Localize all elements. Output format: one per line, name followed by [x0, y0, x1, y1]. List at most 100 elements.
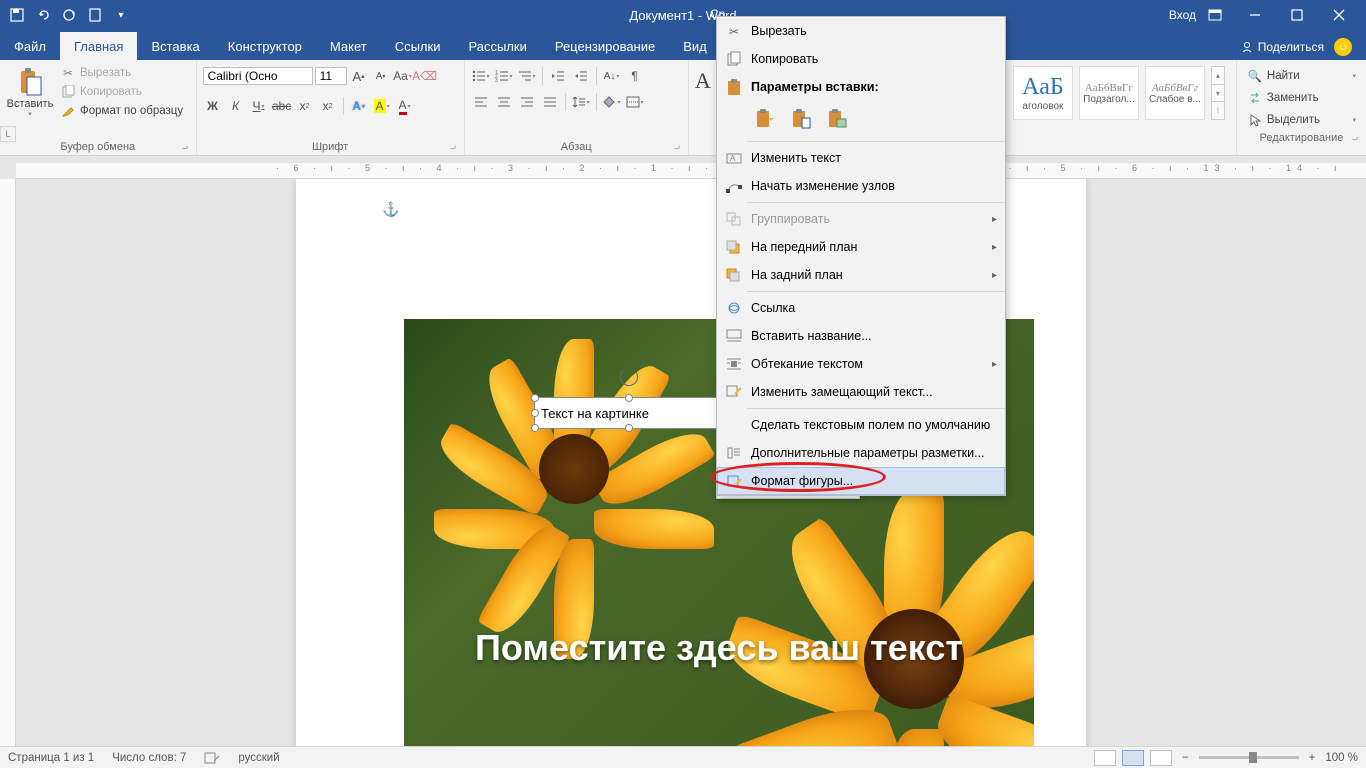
redo-icon[interactable] [60, 6, 78, 24]
decrease-indent-button[interactable] [548, 66, 568, 86]
copy-button[interactable]: Копировать [58, 83, 185, 101]
line-spacing-button[interactable] [571, 92, 591, 112]
ctx-edit-points[interactable]: Начать изменение узлов [717, 172, 1005, 200]
handle-w[interactable] [531, 409, 539, 417]
borders-button[interactable] [625, 92, 645, 112]
ctx-format-shape[interactable]: Формат фигуры... [717, 467, 1005, 495]
textbox-shape[interactable]: Текст на картинке [534, 397, 724, 429]
zoom-in-button[interactable]: + [1305, 752, 1320, 764]
handle-n[interactable] [625, 394, 633, 402]
gallery-down[interactable]: ▾ [1212, 85, 1224, 103]
status-page[interactable]: Страница 1 из 1 [8, 752, 94, 764]
zoom-slider[interactable] [1199, 756, 1299, 759]
select-button[interactable]: Выделить▾ [1243, 110, 1360, 130]
format-painter-button[interactable]: Формат по образцу [58, 102, 185, 120]
highlight-button[interactable]: A [372, 96, 392, 116]
paste-merge[interactable] [787, 105, 815, 133]
ctx-wrap-text[interactable]: Обтекание текстом▸ [717, 350, 1005, 378]
gallery-up[interactable]: ▴ [1212, 67, 1224, 85]
zoom-level[interactable]: 100 % [1325, 752, 1358, 764]
vertical-ruler[interactable] [0, 179, 16, 746]
login-link[interactable]: Вход [1169, 8, 1196, 22]
grow-font-button[interactable]: A▴ [349, 66, 369, 86]
zoom-out-button[interactable]: − [1178, 752, 1193, 764]
tab-review[interactable]: Рецензирование [541, 32, 669, 60]
status-words[interactable]: Число слов: 7 [112, 752, 186, 764]
maximize-button[interactable] [1276, 0, 1318, 30]
font-name-input[interactable] [203, 67, 313, 85]
tab-mailings[interactable]: Рассылки [454, 32, 540, 60]
multilevel-button[interactable] [517, 66, 537, 86]
italic-button[interactable]: К [226, 96, 246, 116]
paste-keep-source[interactable] [751, 105, 779, 133]
tab-view[interactable]: Вид [669, 32, 721, 60]
gallery-more[interactable]: ⁝ [1212, 102, 1224, 119]
cut-button[interactable]: ✂Вырезать [58, 64, 185, 82]
paste-picture[interactable] [823, 105, 851, 133]
align-right-button[interactable] [517, 92, 537, 112]
ribbon-display-icon[interactable] [1208, 9, 1222, 21]
style-item-heading[interactable]: АаБаголовок [1013, 66, 1073, 120]
minimize-button[interactable] [1234, 0, 1276, 30]
handle-s[interactable] [625, 424, 633, 432]
ctx-default-textbox[interactable]: Сделать текстовым полем по умолчанию [717, 411, 1005, 439]
align-left-button[interactable] [471, 92, 491, 112]
horizontal-ruler[interactable]: · 6 · ı · 5 · ı · 4 · ı · 3 · ı · 2 · ı … [16, 163, 1366, 179]
styles-gallery[interactable]: АаБаголовок АаБбВвГгПодзагол... АаБбВвГг… [1013, 62, 1225, 120]
tab-layout[interactable]: Макет [316, 32, 381, 60]
strike-button[interactable]: abc [272, 96, 292, 116]
ctx-edit-alt[interactable]: Изменить замещающий текст... [717, 378, 1005, 406]
status-proofing-icon[interactable] [204, 751, 220, 765]
bullets-button[interactable] [471, 66, 491, 86]
replace-button[interactable]: Заменить [1243, 88, 1360, 108]
view-web-button[interactable] [1150, 750, 1172, 766]
handle-nw[interactable] [531, 394, 539, 402]
numbering-button[interactable]: 123 [494, 66, 514, 86]
text-effects-button[interactable]: A [349, 96, 369, 116]
underline-button[interactable]: Ч [249, 96, 269, 116]
clear-format-button[interactable]: A⌫ [415, 66, 435, 86]
ctx-cut[interactable]: ✂Вырезать [717, 17, 1005, 45]
status-language[interactable]: русский [238, 752, 279, 764]
ctx-bring-front[interactable]: На передний план▸ [717, 233, 1005, 261]
document-area[interactable]: ⚓ [16, 179, 1366, 746]
rotate-handle[interactable] [620, 368, 638, 386]
ctx-link[interactable]: Ссылка [717, 294, 1005, 322]
bold-button[interactable]: Ж [203, 96, 223, 116]
view-print-button[interactable] [1122, 750, 1144, 766]
tab-file[interactable]: Файл [0, 32, 60, 60]
font-size-input[interactable] [315, 67, 347, 85]
tab-references[interactable]: Ссылки [381, 32, 455, 60]
feedback-smiley-icon[interactable]: ☺ [1334, 38, 1352, 56]
align-center-button[interactable] [494, 92, 514, 112]
sort-button[interactable]: A↓ [602, 66, 622, 86]
shrink-font-button[interactable]: A▾ [371, 66, 391, 86]
tab-home[interactable]: Главная [60, 32, 137, 60]
change-case-button[interactable]: Aa [393, 66, 413, 86]
font-color-button[interactable]: A [395, 96, 415, 116]
tab-design[interactable]: Конструктор [214, 32, 316, 60]
share-button[interactable]: Поделиться [1240, 40, 1324, 54]
subscript-button[interactable]: x2 [295, 96, 315, 116]
close-button[interactable] [1318, 0, 1360, 30]
handle-sw[interactable] [531, 424, 539, 432]
ctx-copy[interactable]: Копировать [717, 45, 1005, 73]
shading-button[interactable] [602, 92, 622, 112]
increase-indent-button[interactable] [571, 66, 591, 86]
new-doc-icon[interactable] [86, 6, 104, 24]
style-item-subtitle[interactable]: АаБбВвГгПодзагол... [1079, 66, 1139, 120]
undo-icon[interactable] [34, 6, 52, 24]
show-marks-button[interactable]: ¶ [625, 66, 645, 86]
paste-button[interactable]: Вставить ▾ [6, 62, 54, 118]
ctx-send-back[interactable]: На задний план▸ [717, 261, 1005, 289]
ctx-more-layout[interactable]: Дополнительные параметры разметки... [717, 439, 1005, 467]
justify-button[interactable] [540, 92, 560, 112]
superscript-button[interactable]: x2 [318, 96, 338, 116]
view-read-button[interactable] [1094, 750, 1116, 766]
find-button[interactable]: 🔍Найти▾ [1243, 66, 1360, 86]
qat-customize-icon[interactable]: ▾ [112, 6, 130, 24]
save-icon[interactable] [8, 6, 26, 24]
tab-insert[interactable]: Вставка [137, 32, 213, 60]
style-item-weak[interactable]: АаБбВвГгСлабое в... [1145, 66, 1205, 120]
ctx-insert-caption[interactable]: Вставить название... [717, 322, 1005, 350]
